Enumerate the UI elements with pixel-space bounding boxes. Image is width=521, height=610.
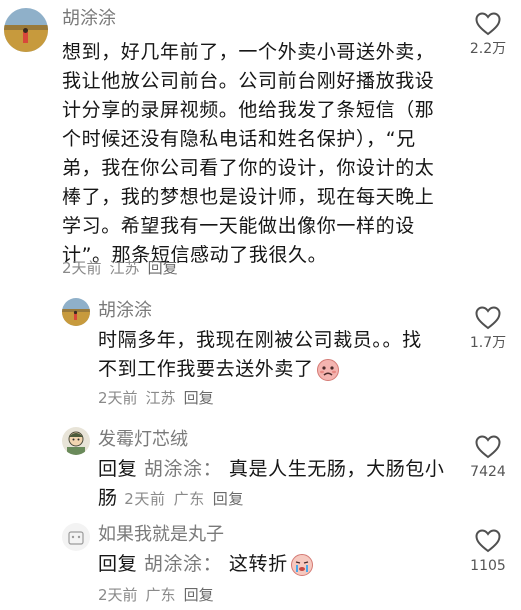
- avatar[interactable]: [62, 523, 90, 551]
- reply-button[interactable]: 回复: [184, 586, 214, 604]
- comment-location: 广东: [173, 490, 205, 508]
- comment-location: 广东: [145, 586, 176, 604]
- comment-text-segment: 肠: [98, 487, 118, 509]
- like-button[interactable]: 2.2万: [463, 12, 513, 58]
- comment-text: 想到，好几年前了，一个外卖小哥送外卖， 我让他放公司前台。公司前台刚好播放我设 …: [62, 38, 434, 270]
- comment-text-segment: 不到工作我要去送外卖了: [98, 358, 314, 380]
- like-button[interactable]: 1105: [463, 529, 513, 575]
- comment-text-line: 个时候还没有隐私电话和姓名保护），“兄: [62, 128, 416, 150]
- comment-username[interactable]: 发霉灯芯绒: [98, 429, 188, 451]
- reply-target-username[interactable]: 胡涂涂：: [144, 458, 222, 480]
- comment-item: 胡涂涂 想到，好几年前了，一个外卖小哥送外卖， 我让他放公司前台。公司前台刚好播…: [0, 0, 521, 290]
- comment-location: 江苏: [145, 389, 176, 407]
- comment-text-line: 时隔多年，我现在刚被公司裁员。。找: [98, 329, 422, 351]
- comment-text-line: 回复 胡涂涂： 这转折: [98, 550, 314, 579]
- comment-text-line: 学习。希望我有一天能做出像你一样的设: [62, 215, 415, 237]
- comment-username[interactable]: 胡涂涂: [62, 8, 116, 30]
- comment-text-segment: 真是人生无肠，大肠包小: [228, 458, 445, 480]
- avatar[interactable]: [4, 8, 48, 52]
- comment-text: 时隔多年，我现在刚被公司裁员。。找 不到工作我要去送外卖了: [98, 326, 422, 384]
- like-button[interactable]: 7424: [463, 435, 513, 481]
- comment-text-line: 不到工作我要去送外卖了: [98, 355, 422, 384]
- comment-text-line: 弟，我在你公司看了你的设计，你设计的太: [62, 157, 435, 179]
- reply-button[interactable]: 回复: [213, 490, 244, 508]
- reply-prefix: 回复: [98, 458, 138, 480]
- reply-button[interactable]: 回复: [148, 259, 178, 277]
- reply-prefix: 回复: [98, 553, 138, 575]
- sad-face-emoji: [316, 358, 340, 382]
- crying-face-emoji: [290, 553, 314, 577]
- comment-time: 2天前: [98, 586, 138, 604]
- comment-text-line: 想到，好几年前了，一个外卖小哥送外卖，: [62, 41, 435, 63]
- comment-text-line: 我让他放公司前台。公司前台刚好播放我设: [62, 70, 435, 92]
- like-count: 7424: [470, 464, 506, 480]
- comment-text-line: 棒了，我的梦想也是设计师，现在每天晚上: [62, 186, 435, 208]
- comment-text-line: 计分享的录屏视频。他给我发了条短信（那: [62, 99, 435, 121]
- comment-text: 回复 胡涂涂： 这转折: [98, 550, 314, 579]
- comment-text: 回复 胡涂涂： 真是人生无肠，大肠包小 肠 2天前 广东 回复: [98, 455, 445, 514]
- heart-icon: [475, 12, 501, 36]
- comment-username[interactable]: 胡涂涂: [98, 300, 152, 322]
- avatar[interactable]: [62, 427, 90, 455]
- comment-text-line: 回复 胡涂涂： 真是人生无肠，大肠包小: [98, 455, 445, 484]
- reply-item: 胡涂涂 时隔多年，我现在刚被公司裁员。。找 不到工作我要去送外卖了 2天前 江苏回…: [0, 290, 521, 415]
- reply-target-username[interactable]: 胡涂涂：: [144, 553, 222, 575]
- comment-location: 江苏: [109, 259, 140, 277]
- comment-text-segment: 这转折: [228, 553, 288, 575]
- like-button[interactable]: 1.7万: [463, 306, 513, 352]
- like-count: 1.7万: [469, 335, 507, 351]
- comment-meta: 2天前 广东 回复: [124, 490, 244, 508]
- avatar[interactable]: [62, 298, 90, 326]
- comment-meta: 2天前 江苏 回复: [62, 258, 186, 278]
- reply-item: 如果我就是丸子 回复 胡涂涂： 这转折 2天前 广东 回复 1105: [0, 515, 521, 610]
- comment-meta: 2天前 广东 回复: [98, 585, 222, 605]
- heart-icon: [475, 306, 501, 330]
- reply-item: 发霉灯芯绒 回复 胡涂涂： 真是人生无肠，大肠包小 肠 2天前 广东 回复 7424: [0, 415, 521, 515]
- heart-icon: [475, 529, 501, 553]
- comment-time: 2天前: [62, 259, 102, 277]
- heart-icon: [475, 435, 501, 459]
- reply-button[interactable]: 回复: [184, 389, 214, 407]
- comment-username[interactable]: 如果我就是丸子: [98, 524, 224, 546]
- comment-meta: 2天前 江苏 回复: [98, 388, 222, 408]
- comment-text-line: 肠 2天前 广东 回复: [98, 484, 445, 514]
- comment-time: 2天前: [124, 490, 166, 508]
- comment-time: 2天前: [98, 389, 138, 407]
- like-count: 2.2万: [469, 41, 507, 57]
- like-count: 1105: [470, 558, 506, 574]
